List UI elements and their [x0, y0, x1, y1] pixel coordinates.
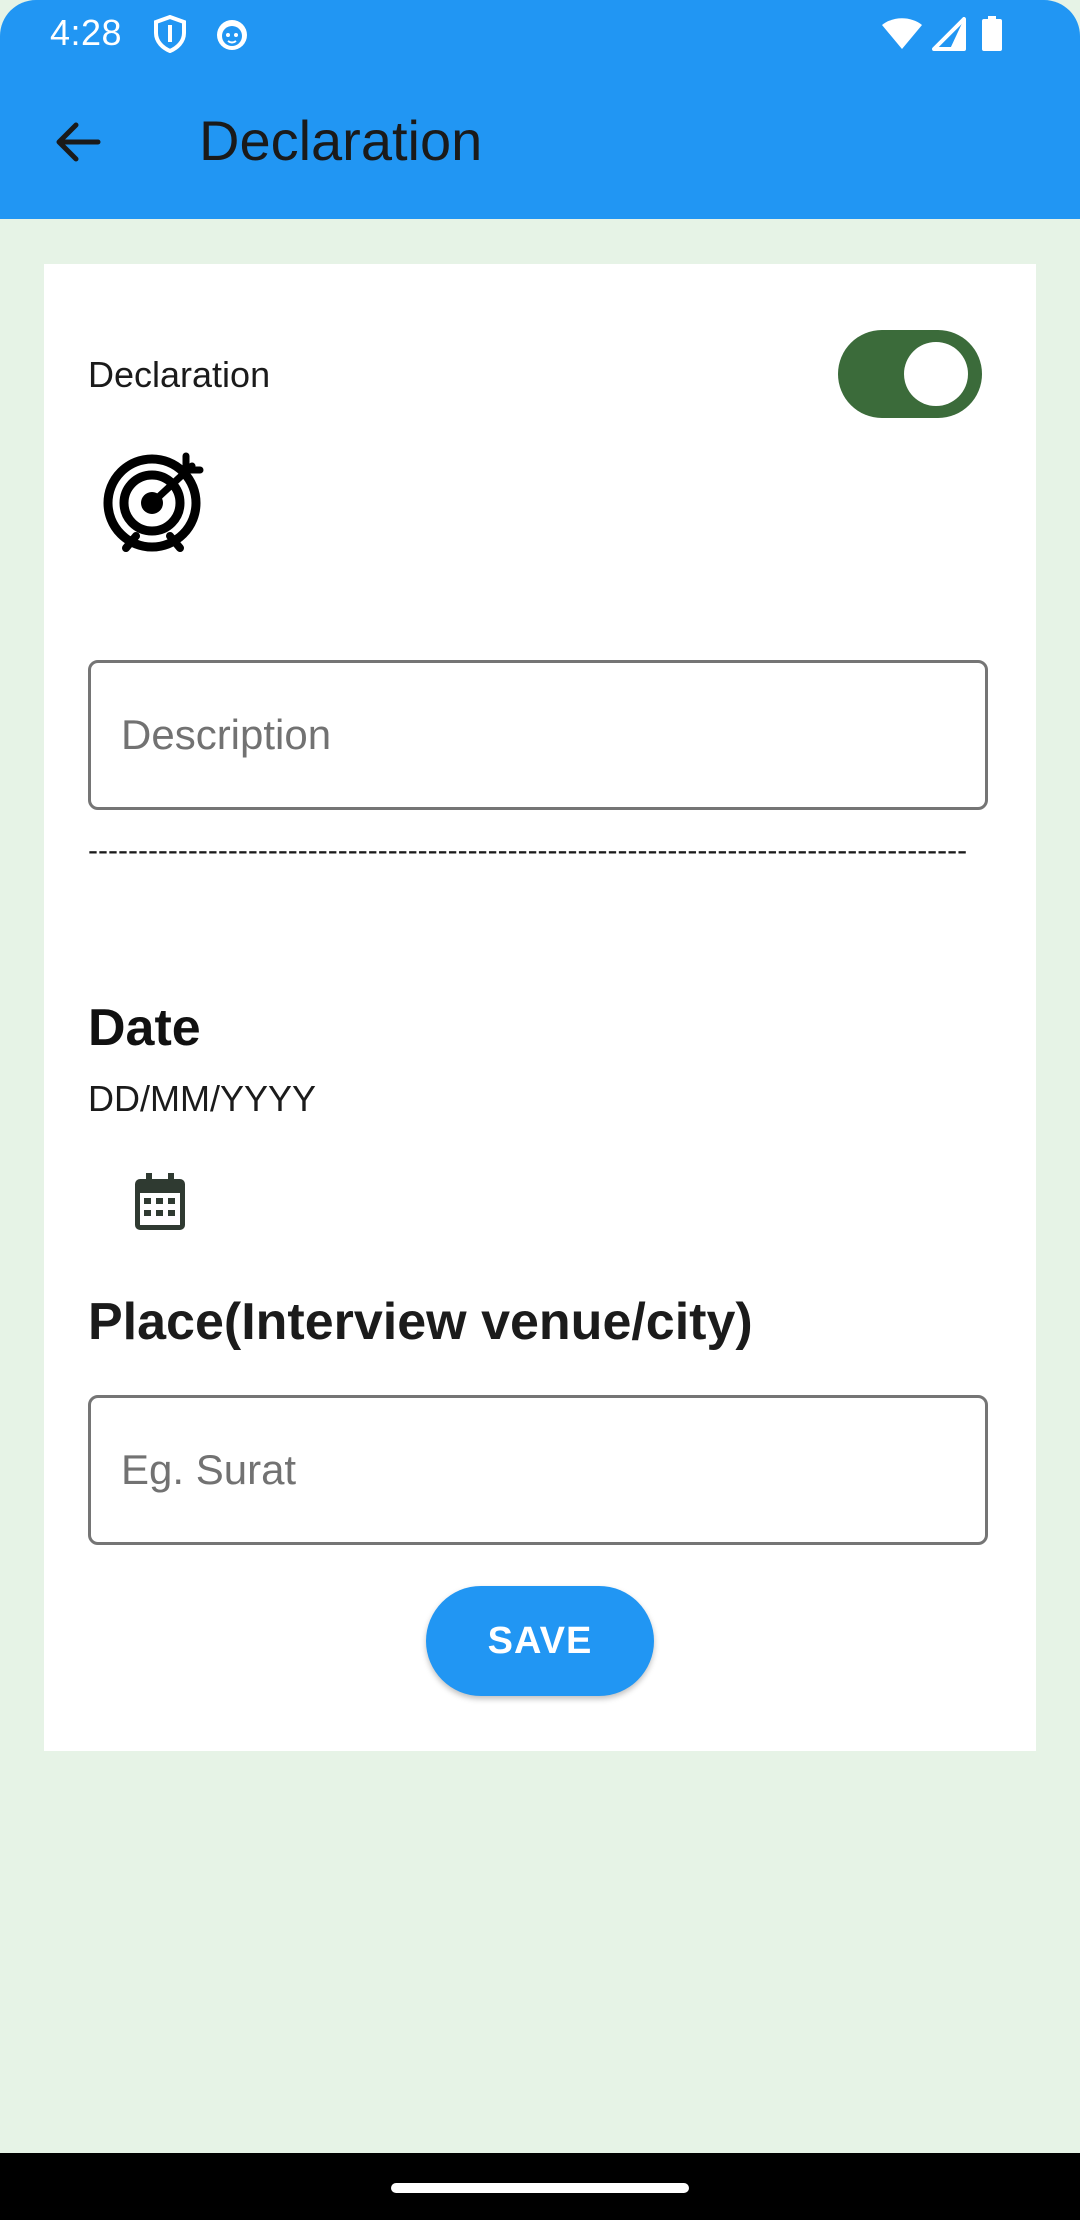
place-heading: Place(Interview venue/city): [88, 1293, 753, 1351]
status-time: 4:28: [50, 12, 123, 53]
wifi-icon: [880, 14, 924, 54]
battery-icon: [972, 14, 1012, 54]
declaration-toggle[interactable]: [838, 330, 982, 418]
calendar-icon: [135, 1173, 185, 1230]
home-indicator[interactable]: [391, 2183, 689, 2193]
place-field[interactable]: [88, 1395, 988, 1545]
signal-icon: [926, 14, 970, 54]
declaration-card: Declaration ----------------------------…: [44, 264, 1036, 1751]
date-heading: Date: [88, 999, 201, 1057]
app-bar: 4:28 Declaration: [0, 0, 1080, 219]
arrow-back-icon: [56, 122, 101, 162]
target-icon: [100, 448, 210, 558]
shield-icon: [150, 14, 190, 54]
declaration-label: Declaration: [88, 354, 271, 395]
description-input[interactable]: [121, 663, 951, 807]
page-title: Declaration: [199, 109, 483, 172]
toggle-knob: [904, 342, 968, 406]
place-input[interactable]: [121, 1398, 951, 1542]
date-format-hint[interactable]: DD/MM/YYYY: [88, 1078, 316, 1120]
description-field[interactable]: [88, 660, 988, 810]
separator-line: ----------------------------------------…: [88, 834, 968, 867]
save-button[interactable]: SAVE: [426, 1586, 654, 1696]
back-button[interactable]: [40, 104, 116, 180]
cat-icon: [212, 14, 252, 54]
calendar-button[interactable]: [120, 1162, 200, 1242]
